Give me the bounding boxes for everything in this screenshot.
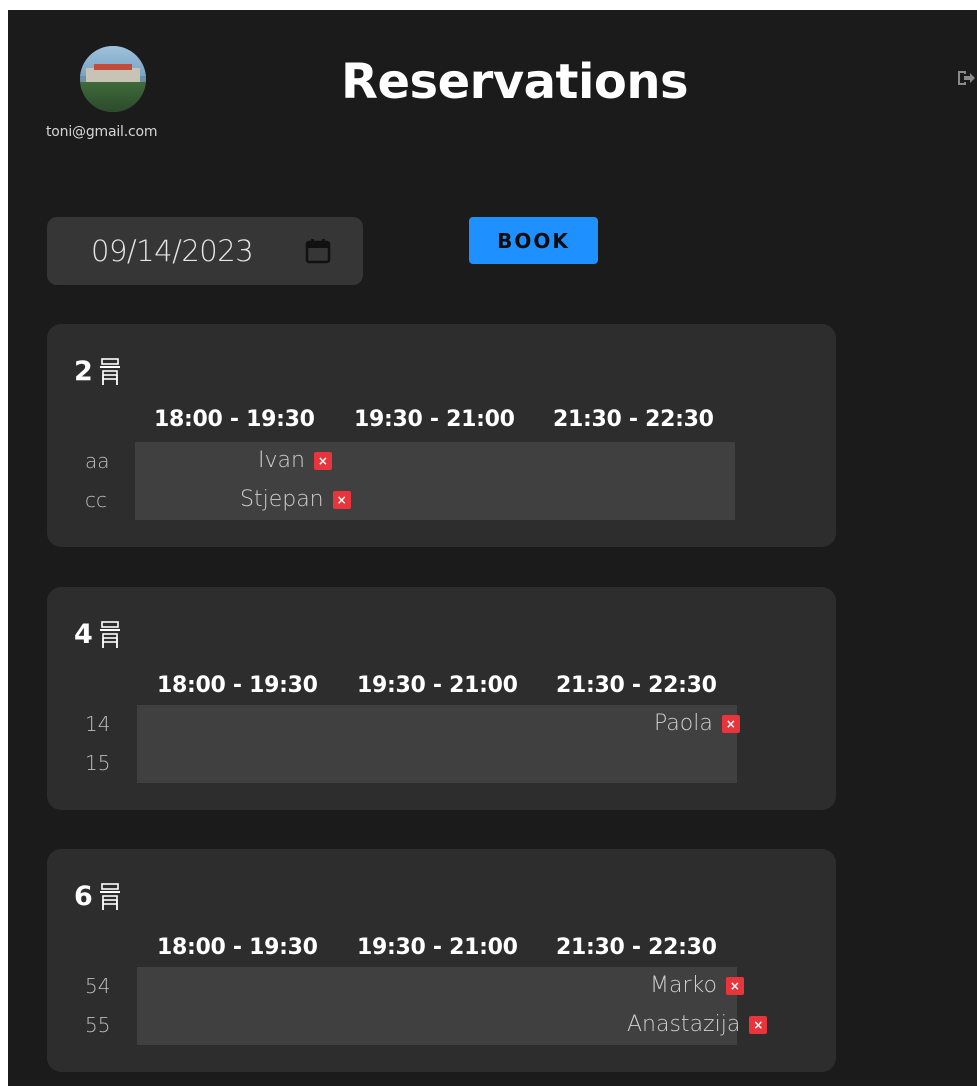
date-input[interactable]	[89, 233, 283, 269]
time-slot-header: 19:30 - 21:00	[357, 673, 518, 698]
table-size: 2	[74, 356, 93, 387]
date-picker[interactable]	[47, 217, 363, 285]
table-header: 2	[74, 356, 121, 387]
table-icon	[99, 357, 120, 385]
time-slot-header: 21:30 - 22:30	[556, 673, 717, 698]
table-row-label: aa	[85, 449, 110, 473]
table-header: 4	[74, 619, 121, 650]
table-icon	[99, 882, 120, 910]
table-row-label: 15	[85, 751, 111, 775]
table-size: 4	[74, 619, 93, 650]
reservation-grid[interactable]: Marko × Anastazija ×	[137, 967, 768, 1045]
time-slot-header: 21:30 - 22:30	[553, 407, 714, 432]
sign-out-icon[interactable]	[956, 68, 976, 88]
page-title: Reservations	[341, 54, 689, 110]
reservation-item[interactable]: Marko ×	[650, 973, 744, 998]
reservation-item[interactable]: Stjepan ×	[240, 487, 351, 512]
table-card: 6 18:00 - 19:30 19:30 - 21:00 21:30 - 22:30…	[47, 849, 836, 1072]
table-row-label: 54	[85, 974, 111, 998]
time-slot-header: 19:30 - 21:00	[357, 935, 518, 960]
time-slot-header: 18:00 - 19:30	[157, 935, 318, 960]
reservation-grid[interactable]: Paola ×	[137, 705, 740, 783]
book-button[interactable]: BOOK	[469, 217, 598, 264]
delete-icon[interactable]: ×	[313, 451, 332, 470]
table-card: 4 18:00 - 19:30 19:30 - 21:00 21:30 - 22:30…	[47, 587, 836, 810]
table-icon	[99, 620, 120, 648]
reservation-item[interactable]: Paola ×	[654, 711, 740, 736]
table-card: 2 18:00 - 19:30 19:30 - 21:00 21:30 - 22:30…	[47, 324, 836, 547]
delete-icon[interactable]: ×	[721, 714, 740, 733]
table-row-label: cc	[85, 488, 107, 512]
guest-name: Paola	[654, 711, 713, 736]
time-slot-header: 19:30 - 21:00	[354, 407, 515, 432]
reservation-item[interactable]: Ivan ×	[258, 448, 332, 473]
guest-name: Anastazija	[627, 1012, 741, 1037]
calendar-icon[interactable]	[305, 238, 331, 264]
guest-name: Stjepan	[240, 487, 324, 512]
guest-name: Ivan	[258, 448, 305, 473]
reservation-grid[interactable]: Ivan × Stjepan ×	[135, 442, 735, 520]
avatar[interactable]	[80, 46, 146, 112]
reservation-item[interactable]: Anastazija ×	[627, 1012, 768, 1037]
app-window: toni@gmail.com Reservations BOOK 2 18:00 …	[8, 10, 977, 1086]
time-slot-header: 18:00 - 19:30	[154, 407, 315, 432]
time-slot-header: 21:30 - 22:30	[556, 935, 717, 960]
delete-icon[interactable]: ×	[332, 490, 351, 509]
delete-icon[interactable]: ×	[725, 976, 744, 995]
user-email: toni@gmail.com	[46, 124, 158, 140]
delete-icon[interactable]: ×	[749, 1015, 768, 1034]
guest-name: Marko	[650, 973, 717, 998]
time-slot-header: 18:00 - 19:30	[157, 673, 318, 698]
table-row-label: 55	[85, 1013, 111, 1037]
table-header: 6	[74, 881, 121, 912]
table-size: 6	[74, 881, 93, 912]
table-row-label: 14	[85, 712, 111, 736]
